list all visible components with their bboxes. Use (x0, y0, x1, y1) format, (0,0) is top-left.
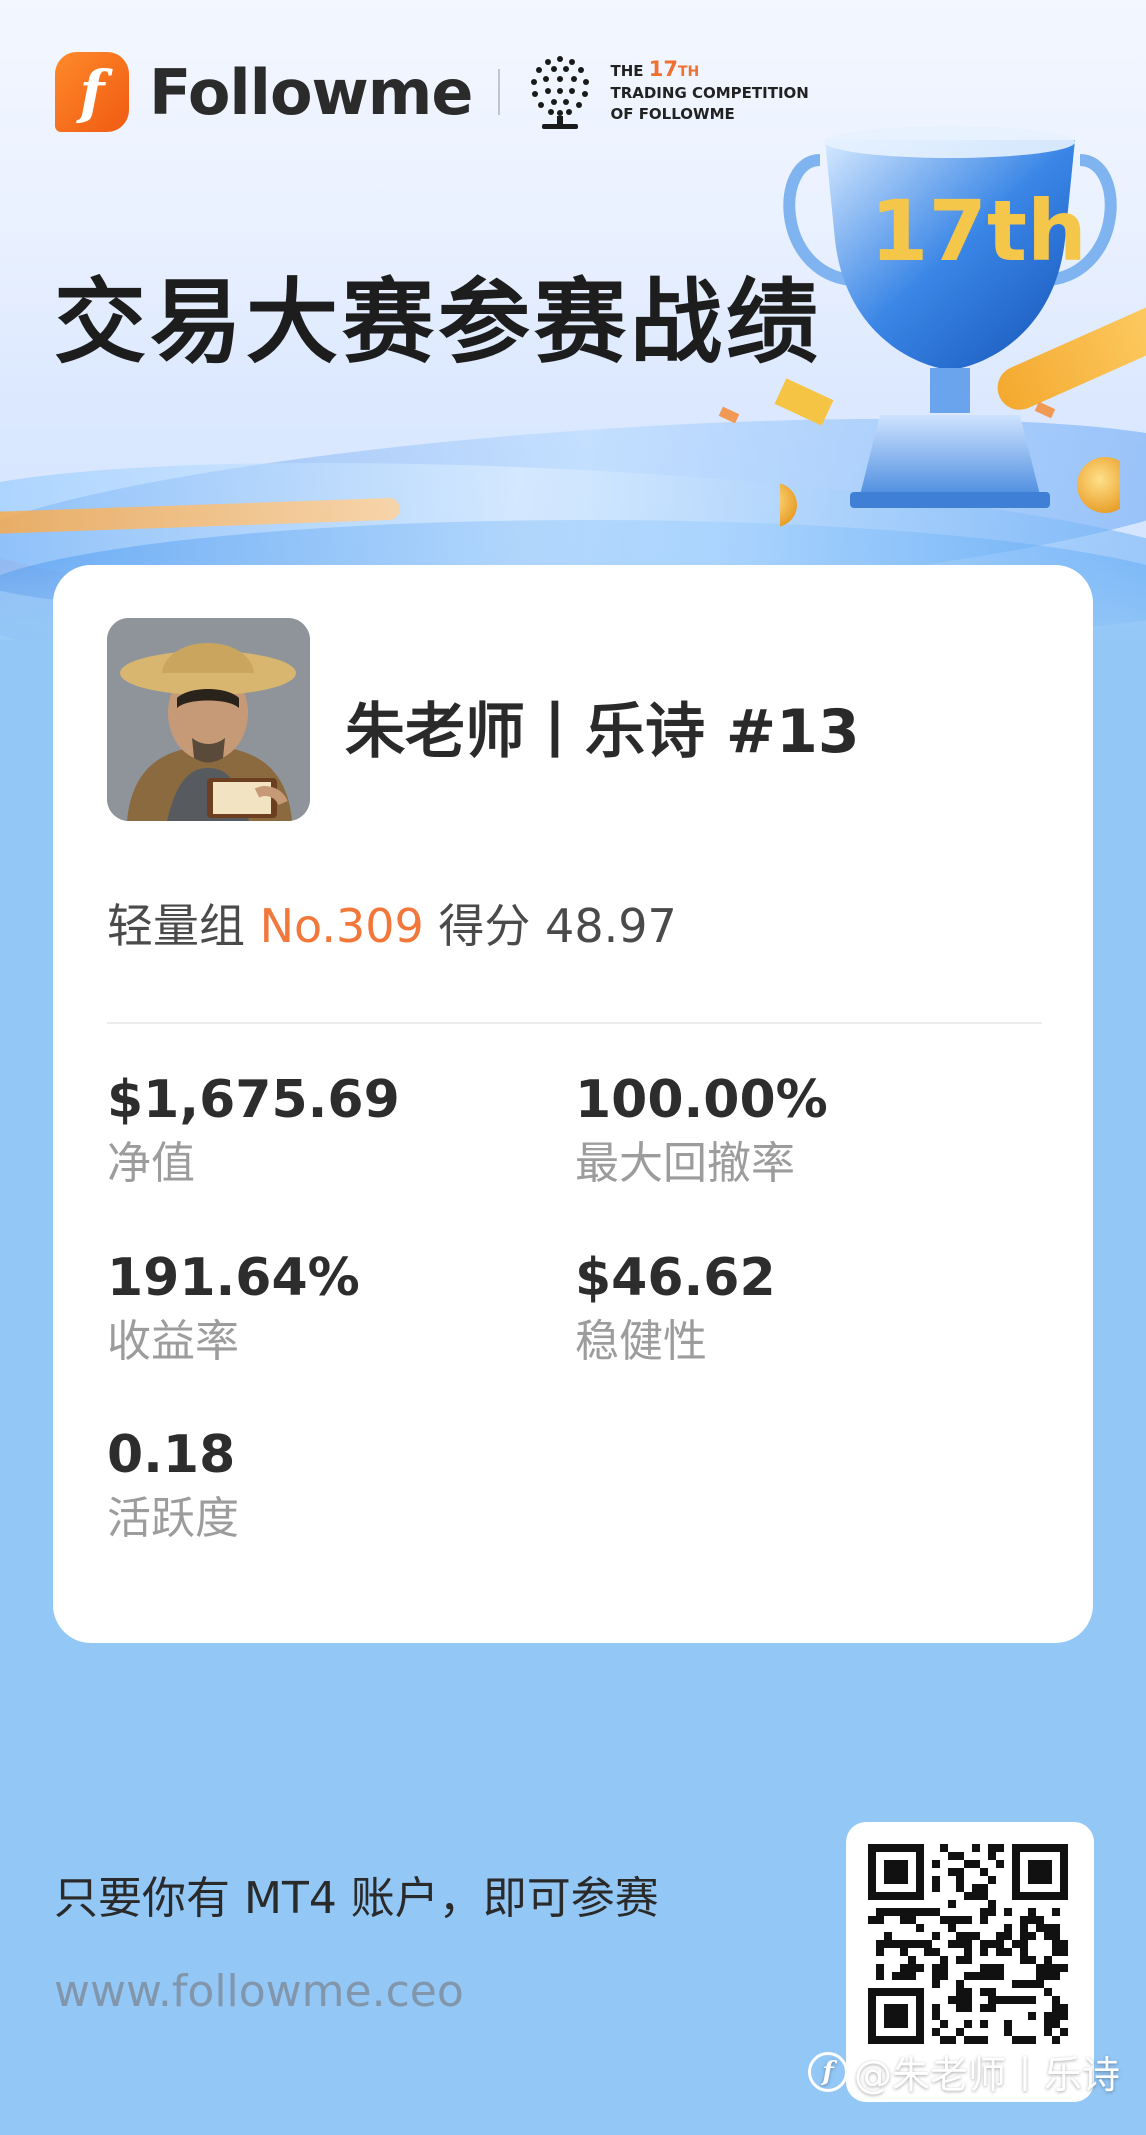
stat-label: 稳健性 (575, 1316, 707, 1367)
stat-activity: 0.18 活跃度 (107, 1425, 239, 1547)
score-card: 朱老师丨乐诗 #13 轻量组 No.309 得分 48.97 $1,675.69… (53, 565, 1093, 1643)
watermark-text: @朱老师丨乐诗 (854, 2053, 1121, 2097)
stat-label: 活跃度 (107, 1493, 239, 1544)
score-label: 得分 (438, 899, 531, 953)
stat-value: 191.64% (107, 1248, 360, 1308)
stat-value: 0.18 (107, 1425, 236, 1485)
score-value: 48.97 (545, 899, 677, 953)
competition-number: 17 (648, 57, 678, 81)
stat-net-value: $1,675.69 净值 (107, 1070, 400, 1192)
stat-label: 最大回撤率 (575, 1138, 795, 1189)
signup-tagline: 只要你有 MT4 账户，即可参赛 (54, 1873, 659, 1924)
stat-value: $1,675.69 (107, 1070, 400, 1130)
brand-divider (498, 69, 501, 115)
stat-stability: $46.62 稳健性 (575, 1248, 776, 1370)
followme-logo-icon: f (808, 2051, 848, 2092)
avatar (107, 618, 310, 821)
trader-name: 朱老师丨乐诗 #13 (345, 697, 860, 767)
website-link[interactable]: www.followme.ceo (54, 1966, 464, 2017)
stat-return-rate: 191.64% 收益率 (107, 1248, 360, 1370)
rank-number: No.309 (259, 899, 424, 953)
group-rank-score: 轻量组 No.309 得分 48.97 (107, 890, 677, 956)
stat-label: 净值 (107, 1138, 195, 1189)
stat-value: 100.00% (575, 1070, 828, 1130)
confetti-decoration (718, 406, 740, 424)
brand-header: f Followme THE 17TH TRADING COMPETITION … (55, 52, 809, 132)
competition-suffix: TH (677, 64, 700, 80)
page-title: 交易大赛参赛战绩 (54, 269, 823, 376)
brand-name: Followme (149, 55, 473, 129)
qr-code-icon (868, 1844, 1068, 2044)
trophy-label: 17th (870, 182, 1087, 280)
stat-max-drawdown: 100.00% 最大回撤率 (575, 1070, 828, 1192)
stat-value: $46.62 (575, 1248, 776, 1308)
divider (107, 1022, 1042, 1024)
stat-label: 收益率 (107, 1316, 239, 1367)
watermark: f @朱老师丨乐诗 (808, 2044, 1120, 2099)
competition-prefix: THE (610, 62, 644, 80)
followme-logo-icon: f (55, 52, 129, 132)
group-label: 轻量组 (107, 899, 245, 953)
competition-globe-icon (526, 53, 594, 131)
trophy-icon: 17th (753, 100, 1133, 530)
